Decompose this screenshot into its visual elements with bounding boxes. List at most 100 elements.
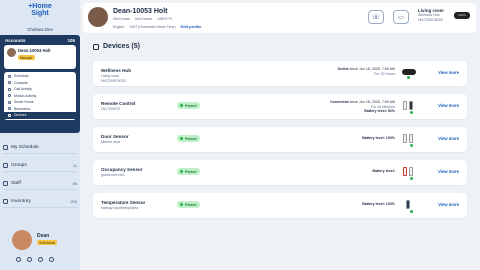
hub-device-image xyxy=(454,12,470,19)
devices-heading: Devices (5) xyxy=(103,43,140,50)
staff-icon xyxy=(3,181,8,186)
status-duration: For 26 Minutes xyxy=(371,104,395,109)
hub-serial: HH7230076033 xyxy=(418,17,443,22)
submenu-label: Schedule xyxy=(14,74,29,79)
calendar-icon xyxy=(8,74,11,78)
battery-level: Battery level: xyxy=(372,169,395,173)
account-submenu: Schedule Contacts Call Activity Motion A… xyxy=(4,72,76,120)
battery-level: Battery level: 100% xyxy=(362,202,395,206)
accounts-count: 105 xyxy=(67,37,75,43)
device-name: Occupancy Sensor xyxy=(101,167,143,172)
device-location: guestroom bed xyxy=(101,173,125,177)
current-account-name: Dean-10053 Holt xyxy=(18,48,51,53)
devices-icon xyxy=(93,43,99,50)
device-card-temperature-sensor[interactable]: Temperature Sensor hallway countertop/ar… xyxy=(93,193,467,218)
submenu-devices[interactable]: Devices xyxy=(4,112,76,119)
device-image xyxy=(401,99,417,114)
groups-icon xyxy=(3,163,8,168)
sidebar: +Home Sight Chelsea Dev Accounts 105 Dea… xyxy=(0,0,80,270)
view-more-link[interactable]: View more xyxy=(438,103,459,108)
avatar xyxy=(7,48,16,57)
submenu-label: Contacts xyxy=(14,80,28,85)
device-status: Battery level: 100% xyxy=(362,136,395,141)
edit-profile-link[interactable]: Edit profile xyxy=(181,24,202,29)
nav-my-schedule[interactable]: My Schedule xyxy=(3,142,77,154)
device-card-door-sensor[interactable]: Door Sensor kitchen door Paired Battery … xyxy=(93,127,467,152)
message-button[interactable]: ▭ xyxy=(393,10,409,24)
status-since: since Jun 18, 2026, 7:59 AM xyxy=(349,67,395,71)
paired-badge: Paired xyxy=(177,135,200,142)
status-label: Online xyxy=(337,67,349,71)
device-card-remote-control[interactable]: Remote Control 2017203237 Paired Connect… xyxy=(93,94,467,119)
account-name: Chelsea Dev xyxy=(27,27,53,32)
motion-icon xyxy=(8,94,11,98)
notifications-icon[interactable] xyxy=(16,257,21,262)
language: English xyxy=(113,24,125,29)
nav-inventory[interactable]: Inventory 255 xyxy=(3,196,77,208)
inventory-icon xyxy=(3,199,8,204)
device-serial: HH7230076033 xyxy=(101,79,126,83)
nav-groups[interactable]: Groups 11 xyxy=(3,160,77,172)
device-card-occupancy-sensor[interactable]: Occupancy Sensor guestroom bed Paired Ba… xyxy=(93,160,467,185)
paired-badge: Paired xyxy=(177,102,200,109)
help-icon[interactable] xyxy=(27,257,32,262)
heart-icon xyxy=(8,107,11,111)
paired-badge: Paired xyxy=(177,201,200,208)
hub-type: Wellness Hub xyxy=(418,13,440,17)
user-name: Dean xyxy=(37,233,50,239)
nav-label: Groups xyxy=(11,163,27,168)
meta-field: USER:70 xyxy=(157,17,172,21)
device-name: Wellness Hub xyxy=(101,68,132,73)
user-role-badge: Staff Admin xyxy=(37,240,58,245)
device-location: Living room xyxy=(101,74,120,78)
header-name: Dean-10053 Holt xyxy=(113,8,168,15)
paired-label: Paired xyxy=(185,202,197,207)
device-name: Temperature Sensor xyxy=(101,200,146,205)
logo-text-bottom: Sight xyxy=(31,10,49,17)
header-avatar xyxy=(88,7,108,27)
current-account-card[interactable]: Dean-10053 Holt Manager xyxy=(4,45,76,69)
view-more-link[interactable]: View more xyxy=(438,70,459,75)
paired-badge: Paired xyxy=(177,168,200,175)
accounts-panel: Accounts 105 Dean-10053 Holt Manager Sch… xyxy=(0,35,80,133)
view-more-link[interactable]: View more xyxy=(438,169,459,174)
submenu-label: Smart Home xyxy=(14,100,34,105)
device-status: Connected since Jun 18, 2026, 7:59 AM Fo… xyxy=(330,100,395,114)
profile-header: Dean-10053 Holt Not Known Not Known USER… xyxy=(83,3,476,33)
device-status: Online since Jun 18, 2026, 7:59 AM For 1… xyxy=(337,67,395,76)
header-meta: Not Known Not Known USER:70 xyxy=(113,17,172,21)
settings-icon[interactable] xyxy=(38,257,43,262)
nav-count: 11 xyxy=(72,163,77,168)
device-image xyxy=(401,198,417,213)
phone-icon: ☏ xyxy=(372,14,380,21)
role-badge: Manager xyxy=(18,55,35,60)
paired-label: Paired xyxy=(185,169,197,174)
user-profile: Dean Staff Admin xyxy=(0,225,80,270)
nav-label: Inventory xyxy=(11,199,31,204)
device-status: Battery level: xyxy=(372,169,395,174)
paired-label: Paired xyxy=(185,136,197,141)
profile-actions xyxy=(16,257,54,262)
view-more-link[interactable]: View more xyxy=(438,136,459,141)
check-icon xyxy=(180,203,183,206)
contacts-icon xyxy=(8,81,11,85)
logout-icon[interactable] xyxy=(49,257,54,262)
device-serial: 2017203237 xyxy=(101,107,121,111)
device-card-wellness-hub[interactable]: Wellness Hub Living room HH7230076033 On… xyxy=(93,61,467,86)
nav-staff[interactable]: Staff 89 xyxy=(3,178,77,190)
hub-info: Living room Wellness Hub HH7230076033 xyxy=(418,8,444,22)
phone-icon xyxy=(8,87,11,91)
devices-icon xyxy=(8,113,11,117)
status-since: since Jun 18, 2026, 7:59 AM xyxy=(349,100,395,104)
user-avatar[interactable] xyxy=(12,230,32,250)
view-more-link[interactable]: View more xyxy=(438,202,459,207)
logo-text-top: +Home xyxy=(28,3,52,10)
header-meta-secondary: English GMT (Greenwich Mean Time) Edit p… xyxy=(113,24,201,29)
timezone: GMT (Greenwich Mean Time) xyxy=(129,24,176,29)
home-icon xyxy=(8,100,11,104)
nav-label: My Schedule xyxy=(11,145,39,150)
check-icon xyxy=(180,137,183,140)
call-button[interactable]: ☏ xyxy=(368,10,384,24)
device-image xyxy=(401,132,417,147)
accounts-header[interactable]: Accounts 105 xyxy=(0,35,80,45)
